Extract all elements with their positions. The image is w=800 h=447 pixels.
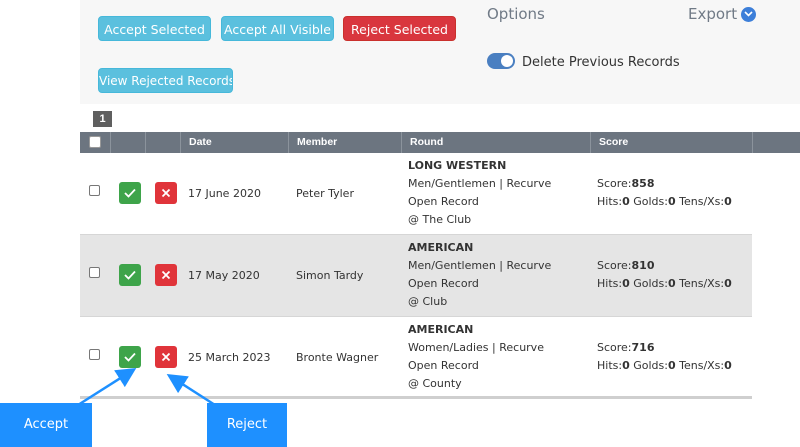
reject-arrow <box>166 373 216 407</box>
callout-arrows <box>77 367 216 407</box>
reject-callout: Reject <box>207 403 287 447</box>
accept-callout: Accept <box>0 403 92 447</box>
accept-arrow <box>77 367 137 407</box>
